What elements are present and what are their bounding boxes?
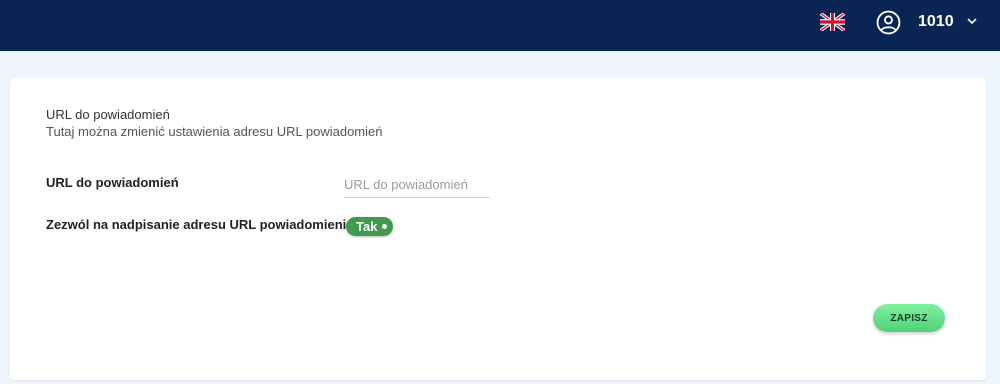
top-navbar: 1010	[0, 0, 1000, 51]
toggle-knob	[382, 224, 387, 229]
save-button[interactable]: ZAPISZ	[873, 304, 945, 332]
override-url-toggle[interactable]: Tak	[346, 217, 393, 236]
user-id-label[interactable]: 1010	[918, 13, 954, 31]
uk-flag-icon[interactable]	[820, 13, 845, 31]
user-account-icon[interactable]	[876, 10, 901, 35]
notification-url-label: URL do powiadomień	[46, 175, 179, 190]
chevron-down-icon[interactable]	[966, 16, 978, 26]
toggle-text: Tak	[356, 219, 378, 234]
notification-url-input[interactable]	[344, 171, 490, 198]
override-url-label: Zezwól na nadpisanie adresu URL powiadom…	[46, 217, 354, 232]
settings-card: URL do powiadomień Tutaj można zmienić u…	[10, 78, 986, 380]
section-subtitle: Tutaj można zmienić ustawienia adresu UR…	[46, 124, 383, 139]
section-title: URL do powiadomień	[46, 107, 170, 122]
